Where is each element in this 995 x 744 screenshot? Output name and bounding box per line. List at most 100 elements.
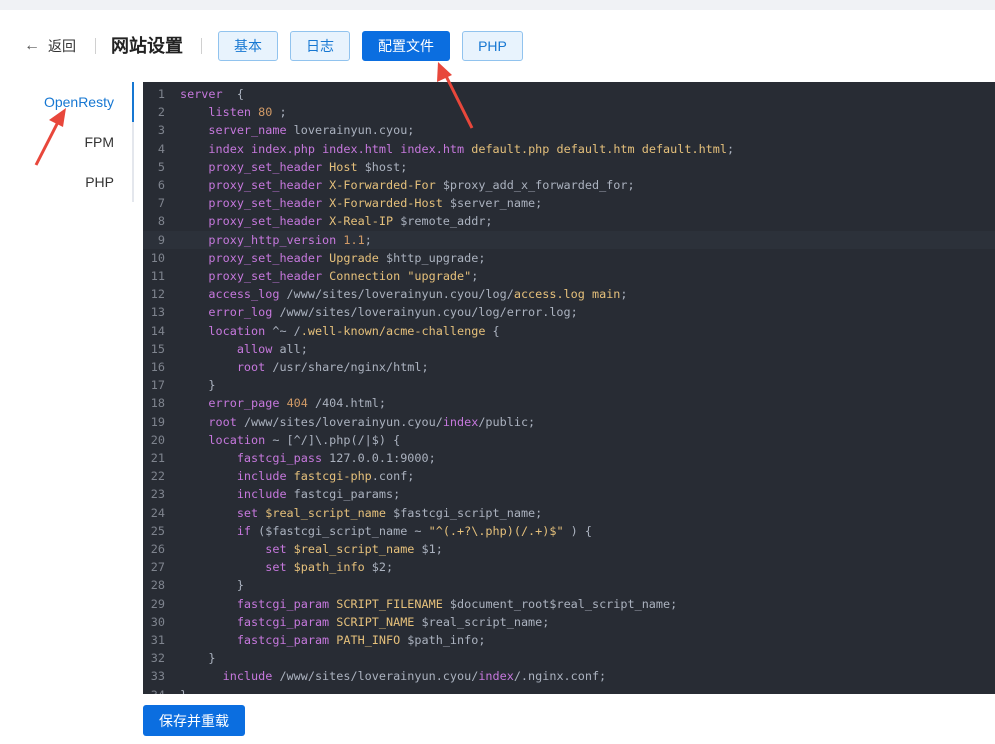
code-line[interactable]: 30 fastcgi_param SCRIPT_NAME $real_scrip… — [143, 613, 995, 631]
code-token: proxy_set_header — [208, 196, 323, 211]
line-number: 9 — [157, 232, 165, 247]
code-line[interactable]: 32 } — [143, 649, 995, 667]
code-token: $fastcgi_script_name; — [386, 505, 543, 520]
code-token: root — [208, 414, 237, 429]
code-token: $http_upgrade; — [378, 250, 486, 265]
header-divider — [95, 38, 96, 54]
code-token: fastcgi_param — [236, 614, 330, 629]
code-token: .well-known/acme-challenge — [300, 323, 486, 338]
code-line[interactable]: 23 include fastcgi_params; — [143, 485, 995, 503]
code-line[interactable]: 22 include fastcgi-php.conf; — [143, 467, 995, 485]
code-line[interactable]: 29 fastcgi_param SCRIPT_FILENAME $docume… — [143, 595, 995, 613]
code-text: include fastcgi-php.conf; — [180, 467, 415, 485]
code-line[interactable]: 26 set $real_script_name $1; — [143, 540, 995, 558]
code-line[interactable]: 27 set $path_info $2; — [143, 558, 995, 576]
code-token: } — [180, 651, 216, 666]
code-line[interactable]: 18 error_page 404 /404.html; — [143, 394, 995, 412]
code-editor[interactable]: 1 server {2 listen 80 ; 3 server_name love… — [143, 82, 995, 694]
code-line[interactable]: 33 include /www/sites/loverainyun.cyou/i… — [143, 667, 995, 685]
code-text: proxy_set_header X-Forwarded-For $proxy_… — [180, 176, 635, 194]
tab-log[interactable]: 日志 — [290, 31, 350, 61]
code-line[interactable]: 9 proxy_http_version 1.1; — [143, 230, 995, 249]
code-token: /public; — [478, 414, 536, 429]
code-token: default.php — [471, 141, 550, 156]
code-line[interactable]: 24 set $real_script_name $fastcgi_script… — [143, 504, 995, 522]
code-token: index — [208, 141, 244, 156]
back-button[interactable]: ← 返回 — [24, 36, 76, 56]
code-token: proxy_set_header — [208, 178, 323, 192]
code-text: set $path_info $2; — [180, 558, 393, 576]
code-line[interactable]: 14 location ^~ /.well-known/acme-challen… — [143, 322, 995, 340]
code-token: $proxy_add_x_forwarded_for; — [435, 178, 635, 192]
code-line[interactable]: 10 proxy_set_header Upgrade $http_upgrad… — [143, 249, 995, 267]
code-token: /.nginx.conf; — [513, 669, 607, 684]
code-token: error_page — [208, 396, 280, 411]
code-line[interactable]: 16 root /usr/share/nginx/html; — [143, 358, 995, 376]
code-token: default.html — [641, 141, 727, 156]
tab-config-file[interactable]: 配置文件 — [362, 31, 450, 61]
sidebar-item-php[interactable]: PHP — [85, 172, 114, 192]
code-text: location ^~ /.well-known/acme-challenge … — [180, 322, 499, 340]
line-number: 24 — [150, 505, 165, 520]
code-token: "^(.+?\.php)(/.+)$" — [428, 523, 564, 538]
code-line[interactable]: 21 fastcgi_pass 127.0.0.1:9000; — [143, 449, 995, 467]
code-line[interactable]: 13 error_log /www/sites/loverainyun.cyou… — [143, 303, 995, 321]
code-token: proxy_set_header — [208, 159, 323, 174]
line-number: 23 — [150, 487, 165, 502]
line-number: 26 — [150, 542, 165, 556]
code-token: ; — [364, 232, 372, 247]
code-line[interactable]: 7 proxy_set_header X-Forwarded-Host $ser… — [143, 194, 995, 212]
code-line[interactable]: 17 } — [143, 376, 995, 394]
code-line[interactable]: 20 location ~ [^/]\.php(/|$) { — [143, 431, 995, 449]
code-line[interactable]: 4 index index.php index.html index.htm d… — [143, 140, 995, 158]
code-line[interactable]: 2 listen 80 ; — [143, 103, 995, 121]
code-token: } — [180, 378, 216, 393]
code-token: ) { — [563, 523, 592, 538]
code-line[interactable]: 11 proxy_set_header Connection "upgrade"… — [143, 267, 995, 285]
code-token: listen — [208, 105, 252, 120]
code-line[interactable]: 1 server { — [143, 85, 995, 103]
code-token: 1.1 — [343, 232, 365, 247]
line-number: 27 — [150, 560, 165, 575]
save-reload-button[interactable]: 保存并重载 — [143, 705, 245, 736]
line-number: 22 — [150, 469, 165, 484]
code-line[interactable]: 25 if ($fastcgi_script_name ~ "^(.+?\.ph… — [143, 522, 995, 540]
code-line[interactable]: 28 } — [143, 576, 995, 594]
code-line[interactable]: 6 proxy_set_header X-Forwarded-For $prox… — [143, 176, 995, 194]
code-token: $path_info; — [400, 633, 486, 647]
tab-basic[interactable]: 基本 — [218, 31, 278, 61]
code-line[interactable]: 31 fastcgi_param PATH_INFO $path_info; — [143, 631, 995, 649]
code-line[interactable]: 19 root /www/sites/loverainyun.cyou/inde… — [143, 413, 995, 431]
line-number: 12 — [150, 287, 165, 302]
line-number: 20 — [150, 432, 165, 447]
code-line[interactable]: 5 proxy_set_header Host $host; — [143, 158, 995, 176]
code-token: set — [265, 542, 287, 556]
code-text: set $real_script_name $fastcgi_script_na… — [180, 504, 542, 522]
sidebar-item-fpm[interactable]: FPM — [84, 132, 114, 152]
code-line[interactable]: 12 access_log /www/sites/loverainyun.cyo… — [143, 285, 995, 303]
code-token: ~ [^/]\.php(/|$) { — [265, 432, 401, 447]
code-line[interactable]: 3 server_name loverainyun.cyou; — [143, 121, 995, 139]
code-line[interactable]: 34} — [143, 686, 995, 694]
sidebar-item-openresty[interactable]: OpenResty — [44, 92, 114, 112]
line-number: 33 — [150, 669, 165, 684]
code-token: fastcgi-php — [293, 469, 372, 484]
tab-php[interactable]: PHP — [462, 31, 523, 61]
line-number: 11 — [150, 269, 165, 283]
code-token: X-Forwarded-For — [329, 178, 436, 192]
arrow-left-icon: ← — [24, 37, 40, 54]
code-token: $real_script_name; — [414, 614, 550, 629]
code-token: } — [180, 688, 187, 694]
code-token: index.htm — [400, 141, 465, 156]
code-line[interactable]: 15 allow all; — [143, 340, 995, 358]
code-line[interactable]: 8 proxy_set_header X-Real-IP $remote_add… — [143, 212, 995, 230]
code-token: proxy_http_version — [208, 232, 337, 247]
